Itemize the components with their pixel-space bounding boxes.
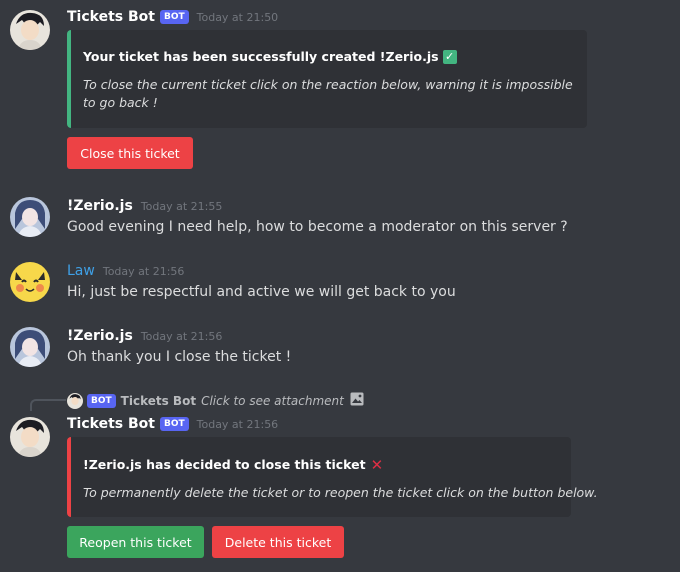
bot-tag: BOT [159, 417, 189, 431]
timestamp[interactable]: Today at 21:56 [103, 265, 185, 278]
embed: !Zerio.js has decided to close this tick… [67, 437, 598, 517]
reply-connector [30, 399, 66, 411]
timestamp[interactable]: Today at 21:55 [141, 200, 223, 213]
reopen-ticket-button[interactable]: Reopen this ticket [67, 526, 204, 558]
tickets-bot-avatar[interactable] [10, 10, 50, 50]
embed-accent-bar [67, 30, 71, 128]
message-text: Oh thank you I close the ticket ! [67, 349, 292, 365]
tickets-bot-mini-avatar [67, 392, 83, 409]
white-check-mark-icon: ✓ [442, 49, 457, 64]
timestamp[interactable]: Today at 21:56 [197, 418, 279, 431]
delete-ticket-button[interactable]: Delete this ticket [212, 526, 344, 558]
x-mark-icon: ✕ [370, 455, 384, 474]
username[interactable]: Tickets Bot [67, 416, 155, 432]
embed-title: Your ticket has been successfully create… [83, 49, 457, 64]
zerio-avatar[interactable] [10, 197, 50, 237]
image-icon [350, 391, 364, 410]
embed-accent-bar [67, 437, 71, 517]
embed-title: !Zerio.js has decided to close this tick… [83, 457, 383, 472]
timestamp[interactable]: Today at 21:50 [197, 11, 279, 24]
embed-title-text: Your ticket has been successfully create… [83, 49, 439, 64]
reply-reference[interactable]: BOT Tickets Bot Click to see attachment [67, 391, 364, 410]
embed: Your ticket has been successfully create… [67, 30, 587, 128]
embed-description: To close the current ticket click on the… [83, 77, 573, 110]
zerio-avatar[interactable] [10, 327, 50, 367]
embed-title-text: !Zerio.js has decided to close this tick… [83, 457, 366, 472]
embed-description: To permanently delete the ticket or to r… [83, 485, 598, 500]
bot-tag: BOT [87, 393, 116, 408]
reply-username[interactable]: Tickets Bot [121, 394, 196, 408]
timestamp[interactable]: Today at 21:56 [141, 330, 223, 343]
username[interactable]: Tickets Bot [67, 9, 155, 25]
message-text: Good evening I need help, how to become … [67, 219, 568, 235]
username[interactable]: !Zerio.js [67, 198, 133, 214]
close-ticket-button[interactable]: Close this ticket [67, 137, 193, 169]
username[interactable]: Law [67, 263, 95, 279]
law-avatar[interactable] [10, 262, 50, 302]
bot-tag: BOT [159, 10, 189, 24]
message-text: Hi, just be respectful and active we wil… [67, 284, 456, 300]
username[interactable]: !Zerio.js [67, 328, 133, 344]
tickets-bot-avatar[interactable] [10, 417, 50, 457]
reply-text[interactable]: Click to see attachment [201, 394, 344, 408]
